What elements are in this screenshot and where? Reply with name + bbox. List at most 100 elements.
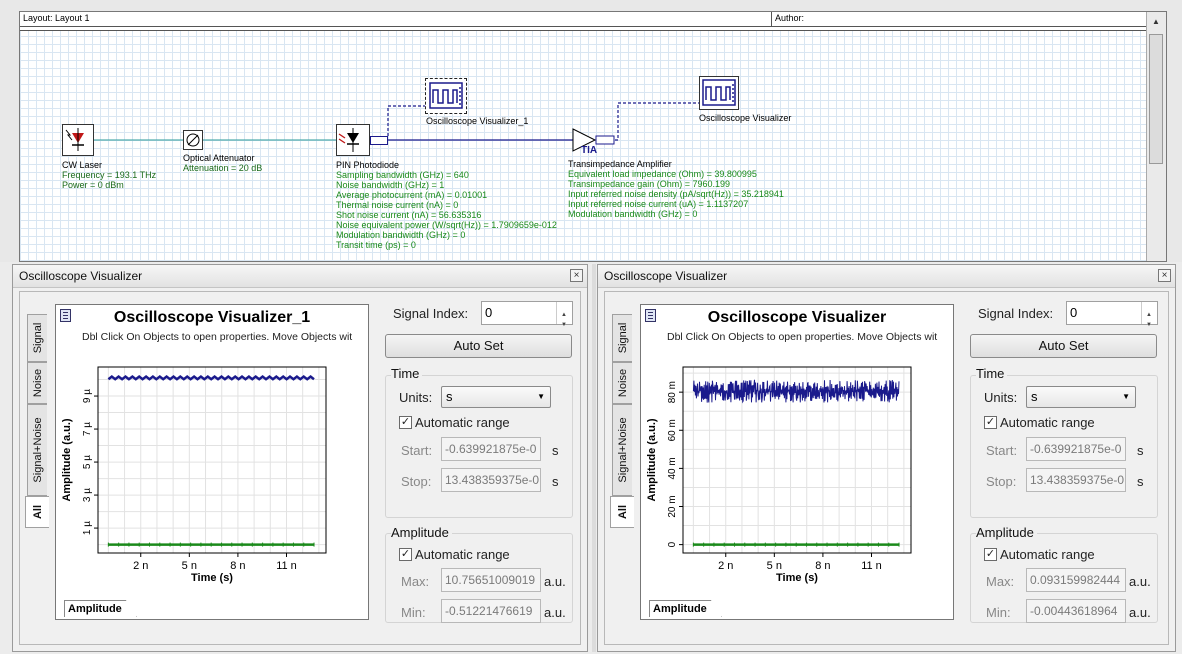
photodiode-param: Shot noise current (nA) = 56.635316 <box>336 210 482 220</box>
tab-signal[interactable]: Signal <box>27 314 47 362</box>
photodiode-param: Transit time (ps) = 0 <box>336 240 416 250</box>
photodiode-icon <box>338 128 359 152</box>
amplitude-auto-range-checkbox[interactable]: ✓ <box>399 548 412 561</box>
max-unit: a.u. <box>544 574 566 589</box>
attenuator-param: Attenuation = 20 dB <box>183 163 263 173</box>
oscilloscope-1-block[interactable] <box>425 78 467 114</box>
y-axis-label: Amplitude (a.u.) <box>646 418 658 501</box>
panel-title-bar[interactable]: Oscilloscope Visualizer <box>13 265 587 288</box>
photodiode-param: Thermal noise current (nA) = 0 <box>336 200 459 210</box>
layout-vertical-scrollbar[interactable]: ▲ <box>1146 12 1166 261</box>
oscilloscope-chart[interactable]: 2 n 5 n 8 n 11 n 1 µ 3 µ 5 µ 7 µ 9 µ Time (s) Ampl… <box>56 305 368 601</box>
oscilloscope-2-block[interactable] <box>699 76 739 110</box>
start-field[interactable]: -0.639921875e-0 <box>441 437 541 461</box>
max-field[interactable]: 10.75651009019 <box>441 568 541 592</box>
y-axis-label: Amplitude (a.u.) <box>61 418 73 501</box>
amplitude-auto-range-label: Automatic range <box>1000 547 1095 562</box>
spin-down-icon[interactable]: ▼ <box>1146 314 1152 336</box>
tia-param: Modulation bandwidth (GHz) = 0 <box>568 209 698 219</box>
stop-field[interactable]: 13.438359375e-0 <box>1026 468 1126 492</box>
tab-all[interactable]: All <box>610 496 634 528</box>
tab-all[interactable]: All <box>25 496 49 528</box>
tab-amplitude[interactable]: Amplitude <box>64 600 137 617</box>
y-tick-label: 20 m <box>667 495 678 517</box>
panel-title-bar[interactable]: Oscilloscope Visualizer <box>598 265 1175 288</box>
layout-canvas[interactable]: Layout: Layout 1 Author: CW Laser Freque… <box>19 11 1167 262</box>
scroll-up-icon[interactable]: ▲ <box>1152 17 1160 26</box>
stop-label: Stop: <box>986 474 1017 489</box>
time-group-title: Time <box>976 366 1008 381</box>
x-tick-label: 11 n <box>861 560 882 572</box>
x-tick-label: 5 n <box>182 560 197 572</box>
auto-set-button[interactable]: Auto Set <box>385 334 572 358</box>
y-tick-label: 3 µ <box>82 488 93 502</box>
optical-attenuator-block[interactable] <box>183 130 203 150</box>
min-label: Min: <box>986 605 1011 620</box>
photodiode-param: Sampling bandwidth (GHz) = 640 <box>336 170 469 180</box>
y-tick-label: 9 µ <box>82 389 93 403</box>
oscilloscope-chart[interactable]: 2 n 5 n 8 n 11 n 0 20 m 40 m 60 m 80 m Time (s) Am… <box>641 305 953 601</box>
tab-signal-noise[interactable]: Signal+Noise <box>27 404 47 496</box>
x-axis-label: Time (s) <box>776 572 818 584</box>
panel-splitter[interactable] <box>592 264 596 652</box>
tab-amplitude[interactable]: Amplitude <box>649 600 722 617</box>
time-auto-range-checkbox[interactable]: ✓ <box>984 416 997 429</box>
amplitude-group-title: Amplitude <box>976 525 1037 540</box>
vertical-tab-strip: Signal Noise Signal+Noise All <box>610 314 634 610</box>
min-field[interactable]: -0.51221476619 <box>441 599 541 623</box>
time-auto-range-label: Automatic range <box>415 415 510 430</box>
spin-down-icon[interactable]: ▼ <box>561 314 567 336</box>
close-icon[interactable]: × <box>1158 269 1171 282</box>
max-unit: a.u. <box>1129 574 1151 589</box>
units-label: Units: <box>984 390 1018 405</box>
units-select[interactable]: s ▼ <box>1026 386 1136 408</box>
optical-attenuator-label: Optical Attenuator <box>183 153 255 163</box>
tab-noise[interactable]: Noise <box>27 362 47 404</box>
tia-label: Transimpedance Amplifier <box>568 159 672 169</box>
stop-field[interactable]: 13.438359375e-0 <box>441 468 541 492</box>
tab-signal[interactable]: Signal <box>612 314 632 362</box>
y-tick-label: 5 µ <box>82 455 93 469</box>
chevron-down-icon: ▼ <box>537 392 545 401</box>
x-tick-label: 2 n <box>718 560 733 572</box>
spinner-arrows[interactable]: ▲ ▼ <box>1141 302 1157 328</box>
oscilloscope-panel-2: Oscilloscope Visualizer × Signal Noise S… <box>597 264 1176 652</box>
scroll-thumb[interactable] <box>1149 34 1163 164</box>
start-label: Start: <box>986 443 1018 458</box>
spinner-arrows[interactable]: ▲ ▼ <box>556 302 572 328</box>
auto-set-button[interactable]: Auto Set <box>970 334 1157 358</box>
pin-photodiode-block[interactable] <box>336 124 370 156</box>
start-field[interactable]: -0.639921875e-0 <box>1026 437 1126 461</box>
cw-laser-block[interactable] <box>62 124 94 156</box>
signal-index-label: Signal Index: <box>393 306 469 321</box>
photodiode-param: Noise equivalent power (W/sqrt(Hz)) = 1.… <box>336 220 557 230</box>
laser-icon <box>65 128 84 151</box>
units-select[interactable]: s ▼ <box>441 386 551 408</box>
units-value: s <box>446 389 453 404</box>
time-auto-range-checkbox[interactable]: ✓ <box>399 416 412 429</box>
time-group-title: Time <box>391 366 423 381</box>
tab-noise[interactable]: Noise <box>612 362 632 404</box>
amplitude-auto-range-checkbox[interactable]: ✓ <box>984 548 997 561</box>
min-unit: a.u. <box>544 605 566 620</box>
tab-signal-noise[interactable]: Signal+Noise <box>612 404 632 496</box>
max-field[interactable]: 0.093159982444 <box>1026 568 1126 592</box>
signal-index-input[interactable]: 0 ▲ ▼ <box>1066 301 1158 328</box>
signal-index-input[interactable]: 0 ▲ ▼ <box>481 301 573 328</box>
tia-param: Equivalent load impedance (Ohm) = 39.800… <box>568 169 757 179</box>
photodiode-port <box>370 136 388 145</box>
start-label: Start: <box>401 443 433 458</box>
time-auto-range-label: Automatic range <box>1000 415 1095 430</box>
oscilloscope-1-label: Oscilloscope Visualizer_1 <box>426 116 529 126</box>
chevron-down-icon: ▼ <box>1122 392 1130 401</box>
close-icon[interactable]: × <box>570 269 583 282</box>
photodiode-param: Noise bandwidth (GHz) = 1 <box>336 180 445 190</box>
oscilloscope-panel-1: Oscilloscope Visualizer × Signal Noise S… <box>12 264 588 652</box>
min-field[interactable]: -0.00443618964 <box>1026 599 1126 623</box>
plot-area[interactable]: Oscilloscope Visualizer Dbl Click On Obj… <box>640 304 954 620</box>
layout-editor: Layout: Layout 1 Author: CW Laser Freque… <box>0 0 1182 262</box>
tia-params: Equivalent load impedance (Ohm) = 39.800… <box>568 169 784 219</box>
plot-area[interactable]: Oscilloscope Visualizer_1 Dbl Click On O… <box>55 304 369 620</box>
laser-param: Power = 0 dBm <box>62 180 124 190</box>
tia-param: Transimpedance gain (Ohm) = 7960.199 <box>568 179 731 189</box>
